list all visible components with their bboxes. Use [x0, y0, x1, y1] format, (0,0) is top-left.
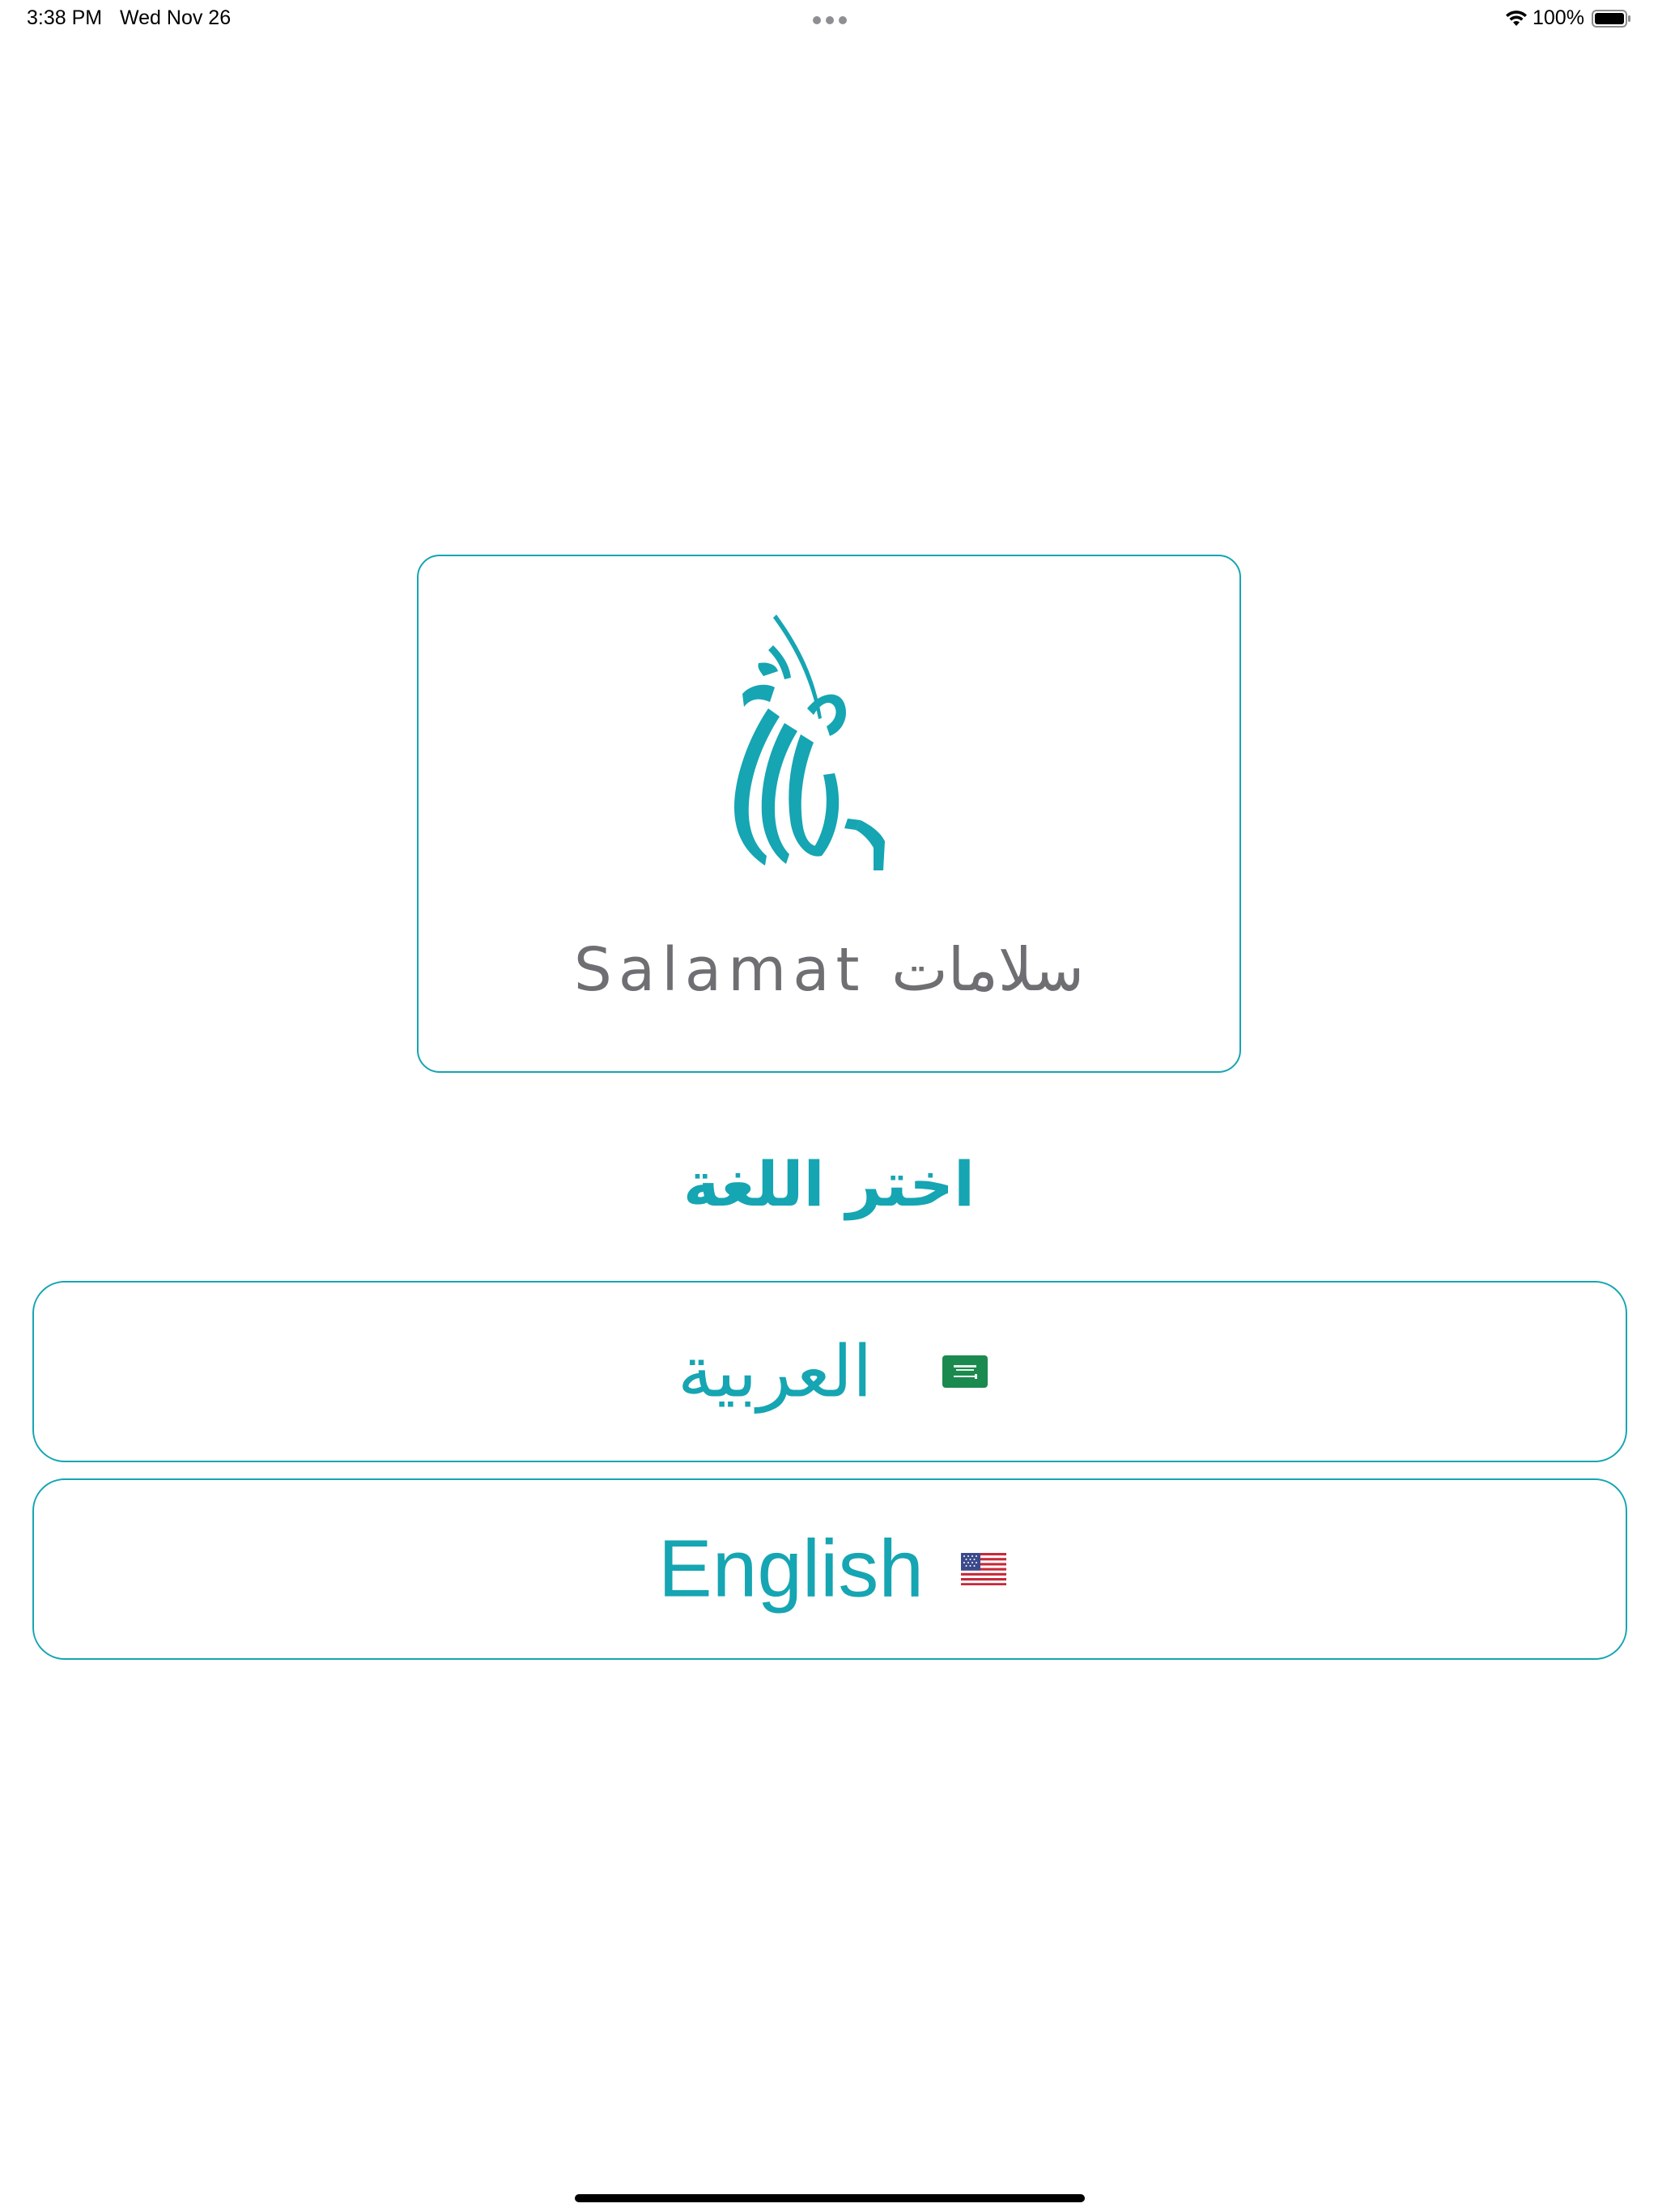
battery-full-icon — [1592, 10, 1630, 28]
salamat-calligraphy-logo-icon — [734, 615, 885, 870]
logo-wordmark: Salamat سلامات — [573, 935, 1085, 1005]
home-indicator[interactable] — [575, 2194, 1085, 2202]
arabic-language-label: العربية — [678, 1329, 873, 1414]
choose-language-heading: اختر اللغة — [682, 1148, 976, 1220]
status-time: 3:38 PM — [27, 6, 103, 29]
status-date: Wed Nov 26 — [120, 6, 232, 29]
battery-percentage: 100% — [1533, 6, 1584, 29]
us-flag-icon — [961, 1553, 1006, 1585]
arabic-language-button[interactable]: العربية — [32, 1281, 1627, 1462]
logo-card: Salamat سلامات — [417, 555, 1241, 1073]
wifi-icon — [1506, 11, 1527, 26]
multitasking-dots-icon[interactable] — [813, 16, 847, 24]
status-bar: 3:38 PM Wed Nov 26 100% — [0, 0, 1658, 39]
english-language-button[interactable]: English — [32, 1478, 1627, 1660]
language-selection-screen: 3:38 PM Wed Nov 26 100% Salamat سلامات ا… — [0, 0, 1658, 2212]
saudi-flag-icon — [942, 1355, 988, 1388]
english-language-label: English — [658, 1523, 924, 1614]
